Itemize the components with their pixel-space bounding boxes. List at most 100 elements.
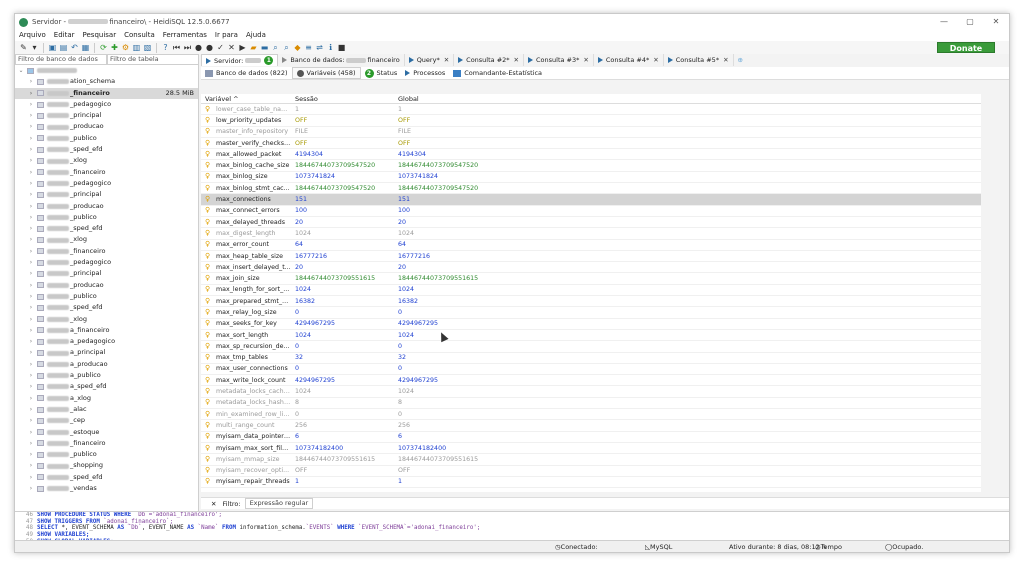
global-value[interactable]: 4294967295: [394, 320, 594, 327]
global-value[interactable]: 0: [394, 343, 594, 350]
global-value[interactable]: FILE: [394, 128, 594, 135]
global-value[interactable]: 18446744073709547520: [394, 162, 594, 169]
tree-item-database[interactable]: › a_publico: [15, 370, 198, 381]
expand-icon[interactable]: ›: [27, 359, 35, 370]
close-tab-icon[interactable]: ✕: [444, 56, 449, 64]
tree-item-database[interactable]: › _producao: [15, 201, 198, 212]
maximize-button[interactable]: ▢: [957, 14, 983, 30]
expand-icon[interactable]: ›: [27, 155, 35, 166]
table-row[interactable]: ♀ max_heap_table_size 16777216 16777216: [201, 251, 981, 263]
session-value[interactable]: OFF: [291, 140, 394, 147]
expand-icon[interactable]: ›: [27, 314, 35, 325]
tree-item-database[interactable]: › _producao: [15, 280, 198, 291]
expand-icon[interactable]: ›: [27, 201, 35, 212]
table-row[interactable]: ♀ max_seeks_for_key 4294967295 4294967295: [201, 319, 981, 330]
table-row[interactable]: ♀ low_priority_updates OFF OFF: [201, 115, 981, 127]
tree-item-database[interactable]: › _financeiro: [15, 246, 198, 257]
expand-icon[interactable]: ›: [27, 121, 35, 132]
expand-icon[interactable]: ›: [27, 268, 35, 279]
disconnect-icon[interactable]: ▾: [30, 43, 39, 52]
session-value[interactable]: OFF: [291, 467, 394, 474]
close-button[interactable]: ✕: [983, 14, 1009, 30]
session-value[interactable]: 1: [291, 106, 394, 113]
session-value[interactable]: 16777216: [291, 253, 394, 260]
session-value[interactable]: 100: [291, 207, 394, 214]
global-value[interactable]: 1024: [394, 388, 594, 395]
expand-icon[interactable]: ›: [27, 325, 35, 336]
tab-server[interactable]: Servidor: 1: [201, 54, 279, 66]
global-value[interactable]: 100: [394, 207, 594, 214]
table-row[interactable]: ♀ max_digest_length 1024 1024: [201, 228, 981, 240]
expand-icon[interactable]: ›: [27, 88, 35, 99]
import-icon[interactable]: ▧: [143, 43, 152, 52]
session-value[interactable]: 1024: [291, 230, 394, 237]
expand-icon[interactable]: ›: [27, 438, 35, 449]
table-row[interactable]: ♀ metadata_locks_cache... 1024 1024: [201, 386, 981, 398]
session-value[interactable]: 256: [291, 422, 394, 429]
last-record-icon[interactable]: ⏭: [183, 43, 192, 52]
run-query-icon[interactable]: ▶: [238, 43, 247, 52]
tree-item-database[interactable]: › a_xlog: [15, 393, 198, 404]
regex-filter-input[interactable]: Expressão regular: [244, 498, 314, 509]
tree-item-database[interactable]: › a_producao: [15, 359, 198, 370]
refresh-icon[interactable]: ⟳: [99, 43, 108, 52]
session-value[interactable]: 0: [291, 411, 394, 418]
find-next-icon[interactable]: ⌕: [282, 43, 291, 52]
session-value[interactable]: 18446744073709547520: [291, 185, 394, 192]
menu-consulta[interactable]: Consulta: [120, 30, 159, 41]
undo-icon[interactable]: ↶: [70, 43, 79, 52]
global-value[interactable]: 6: [394, 433, 594, 440]
table-row[interactable]: ♀ max_insert_delayed_t... 20 20: [201, 262, 981, 274]
table-row[interactable]: ♀ max_sort_length 1024 1024: [201, 330, 981, 342]
expand-icon[interactable]: ›: [27, 110, 35, 121]
table-row[interactable]: ♀ max_relay_log_size 0 0: [201, 307, 981, 319]
session-value[interactable]: 107374182400: [291, 445, 394, 452]
expand-icon[interactable]: ›: [27, 393, 35, 404]
copy-icon[interactable]: ▣: [48, 43, 57, 52]
column-header-variable[interactable]: Variável ^: [201, 94, 291, 103]
tree-item-database[interactable]: › _shopping: [15, 460, 198, 471]
tree-item-database[interactable]: › _principal: [15, 268, 198, 279]
session-value[interactable]: 1024: [291, 332, 394, 339]
first-record-icon[interactable]: ⏮: [172, 43, 181, 52]
expand-icon[interactable]: ›: [27, 246, 35, 257]
menu-ferramentas[interactable]: Ferramentas: [159, 30, 211, 41]
help-icon[interactable]: ?: [161, 43, 170, 52]
save-file-icon[interactable]: ▬: [260, 43, 269, 52]
tab-consulta-2[interactable]: Consulta #2* ✕: [454, 54, 524, 66]
tree-item-database[interactable]: › _sped_efd: [15, 223, 198, 234]
tree-item-database[interactable]: › _xlog: [15, 234, 198, 245]
tree-item-database[interactable]: › _vendas: [15, 483, 198, 494]
session-manager-icon[interactable]: ✎: [19, 43, 28, 52]
subtab-processes[interactable]: Processos: [401, 67, 449, 79]
tree-item-database[interactable]: › a_principal: [15, 347, 198, 358]
session-value[interactable]: 20: [291, 219, 394, 226]
table-row[interactable]: ♀ max_delayed_threads 20 20: [201, 217, 981, 229]
menu-ir-para[interactable]: Ir para: [211, 30, 242, 41]
maintenance-icon[interactable]: ⚙: [121, 43, 130, 52]
tree-item-database[interactable]: › _financeiro: [15, 438, 198, 449]
global-value[interactable]: 1024: [394, 286, 594, 293]
expand-icon[interactable]: ›: [27, 76, 35, 87]
tree-item-database[interactable]: › _principal: [15, 189, 198, 200]
subtab-databases[interactable]: Banco de dados (822): [201, 67, 292, 79]
delete-record-icon[interactable]: ●: [205, 43, 214, 52]
expand-icon[interactable]: ›: [27, 234, 35, 245]
table-row[interactable]: ♀ max_tmp_tables 32 32: [201, 353, 981, 364]
global-value[interactable]: 1: [394, 106, 594, 113]
expand-icon[interactable]: ›: [27, 483, 35, 494]
db-filter-input[interactable]: Filtro de banco de dados: [15, 54, 107, 65]
table-row[interactable]: ♀ myisam_max_sort_file... 107374182400 1073…: [201, 443, 981, 455]
expand-icon[interactable]: ›: [27, 381, 35, 392]
post-icon[interactable]: ✓: [216, 43, 225, 52]
global-value[interactable]: 18446744073709551615: [394, 456, 594, 463]
global-value[interactable]: 1024: [394, 332, 594, 339]
tree-item-database[interactable]: › _sped_efd: [15, 144, 198, 155]
open-file-icon[interactable]: ▰: [249, 43, 258, 52]
tree-item-database[interactable]: › _alac: [15, 404, 198, 415]
tree-item-database[interactable]: › _estoque: [15, 427, 198, 438]
explain-icon[interactable]: ≡: [304, 43, 313, 52]
table-row[interactable]: ♀ max_connections 151 151: [201, 194, 981, 206]
table-row[interactable]: ♀ max_length_for_sort_... 1024 1024: [201, 285, 981, 297]
tree-item-database[interactable]: › _xlog: [15, 155, 198, 166]
